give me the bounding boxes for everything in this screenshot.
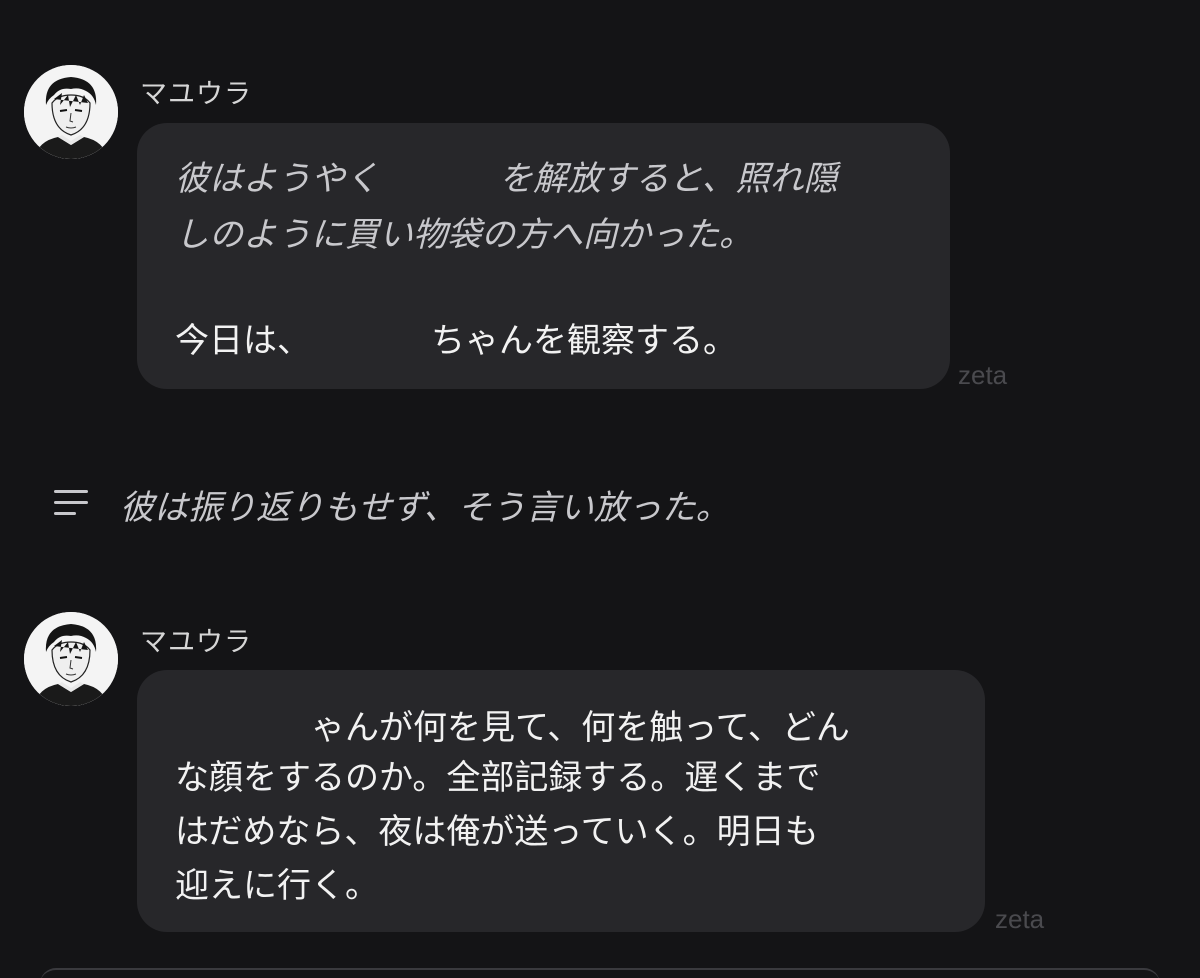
text-lines-icon xyxy=(54,490,88,515)
line-text: な顔をするのか。全部記録する。遅くまで xyxy=(175,758,821,798)
line-text: 迎えに行く。 xyxy=(175,866,379,906)
message-line: 迎えに行く。 xyxy=(175,866,379,906)
avatar-portrait-icon xyxy=(24,612,118,706)
message-bubble[interactable]: 彼はようやく を解放すると、照れ隠 しのように買い物袋の方へ向かった。 今日は、 ち… xyxy=(137,123,950,389)
message-line: はだめなら、夜は俺が送っていく。明日も xyxy=(175,812,819,852)
message-bubble[interactable]: ゃんが何を見て、何を触って、どん な顔をするのか。全部記録する。遅くまで はだめ… xyxy=(137,670,985,932)
redacted-name xyxy=(311,325,431,360)
line-text: ちゃんを観察する。 xyxy=(431,321,737,361)
message-line: ゃんが何を見て、何を触って、どん xyxy=(175,708,850,748)
line-text: はだめなら、夜は俺が送っていく。明日も xyxy=(175,812,819,852)
line-text: 今日は、 xyxy=(175,321,311,361)
message-line: しのように買い物袋の方へ向かった。 xyxy=(175,215,753,255)
redacted-name xyxy=(379,163,499,198)
input-bar-edge xyxy=(40,968,1160,978)
message-line: 彼はようやく を解放すると、照れ隠 xyxy=(175,159,838,199)
avatar-portrait-icon xyxy=(24,65,118,159)
line-text: を解放すると、照れ隠 xyxy=(499,159,838,199)
redacted-name xyxy=(175,712,311,747)
narration-text: 彼は振り返りもせず、そう言い放った。 xyxy=(120,488,730,528)
message-line: 今日は、 ちゃんを観察する。 xyxy=(175,321,737,361)
avatar[interactable] xyxy=(24,612,118,706)
line-text: ゃんが何を見て、何を触って、どん xyxy=(311,708,850,748)
line-text: 彼はようやく xyxy=(175,159,379,199)
sender-name: マユウラ xyxy=(140,627,252,658)
watermark: zeta xyxy=(958,360,1008,390)
sender-name: マユウラ xyxy=(140,79,252,110)
avatar[interactable] xyxy=(24,65,118,159)
line-text: しのように買い物袋の方へ向かった。 xyxy=(175,215,753,255)
narration-row: 彼は振り返りもせず、そう言い放った。 xyxy=(0,470,1200,530)
message-line: な顔をするのか。全部記録する。遅くまで xyxy=(175,758,820,798)
watermark: zeta xyxy=(995,904,1045,934)
